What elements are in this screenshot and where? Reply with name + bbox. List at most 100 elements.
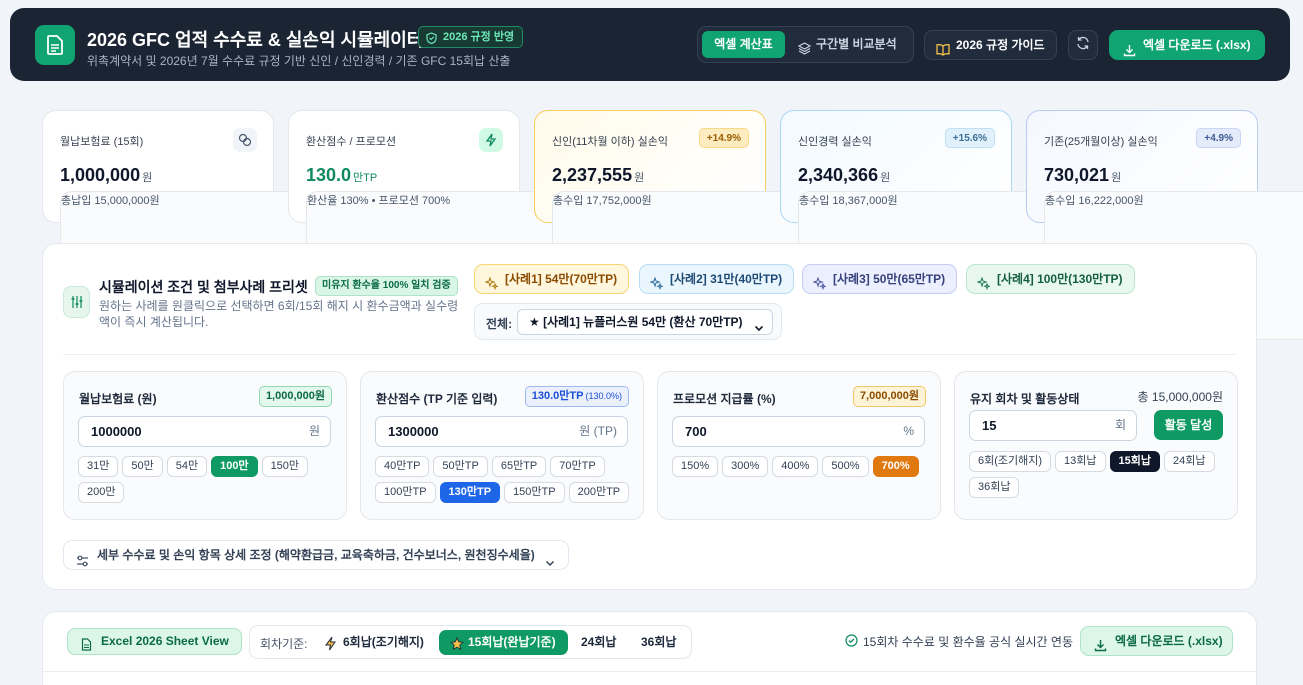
- points-badge: 130.0만TP (130.0%): [524, 386, 629, 407]
- points-stat-value: 130.0 만TP: [306, 165, 378, 185]
- preset-select-group: 전체: ★ [사례1] 뉴플러스원 54만 (환산 70만TP): [474, 303, 782, 340]
- premium-input-card: 월납보험료 (원) 1,000,000원 1000000 원 31만 50만 5…: [63, 371, 347, 520]
- retention-count-input[interactable]: 15 회: [969, 410, 1137, 441]
- points-input[interactable]: 1300000 원 (TP): [375, 416, 628, 447]
- activity-achieved-button[interactable]: 활동 달성: [1154, 410, 1223, 440]
- promotion-amount-badge: 7,000,000원: [852, 386, 926, 407]
- spreadsheet-logo-icon: [35, 25, 75, 65]
- download-icon: [1123, 38, 1136, 68]
- sheet-view-tag-label: Excel 2026 Sheet View: [101, 634, 229, 648]
- check-circle-icon: [845, 634, 858, 650]
- basis-option-6[interactable]: 6회납(조기해지): [324, 630, 424, 655]
- download-icon: [1094, 634, 1107, 662]
- points-chip[interactable]: 65만TP: [491, 456, 547, 477]
- points-chip[interactable]: 150만TP: [504, 482, 565, 503]
- simulation-description: 원하는 사례를 원클릭으로 선택하면 6회/15회 해지 시 환수금액과 실수령…: [99, 299, 459, 329]
- points-chip-selected[interactable]: 130만TP: [439, 482, 501, 503]
- premium-chip[interactable]: 31만: [78, 456, 119, 477]
- basis-option-15-selected[interactable]: 15회납(완납기준): [439, 630, 568, 655]
- basis-option-24[interactable]: 24회납: [581, 630, 616, 655]
- preset-case-1[interactable]: [사례1] 54만(70만TP): [474, 264, 630, 294]
- premium-input[interactable]: 1000000 원: [78, 416, 331, 447]
- retention-input-title: 유지 회차 및 활동상태: [970, 392, 1080, 406]
- existing-profit-value: 730,021 원: [1044, 165, 1122, 185]
- settings-icon: [76, 549, 89, 577]
- sparkles-icon: [649, 272, 664, 300]
- sparkles-icon: [976, 272, 991, 300]
- promotion-chip-selected[interactable]: 700%: [872, 456, 919, 477]
- existing-profit-badge: +4.9%: [1196, 128, 1241, 148]
- book-icon: [936, 38, 950, 66]
- premium-chip[interactable]: 200만: [78, 482, 125, 503]
- detail-settings-toggle[interactable]: 세부 수수료 및 손익 항목 상세 조정 (해약환급금, 교육축하금, 건수보너…: [63, 540, 569, 570]
- premium-chip[interactable]: 150만: [261, 456, 309, 477]
- points-chip[interactable]: 50만TP: [433, 456, 488, 477]
- points-stat-card: 환산점수 / 프로모션 130.0 만TP 환산율 130% • 프로모션 700…: [288, 110, 590, 340]
- preset-select-value: ★ [사례1] 뉴플러스원 54만 (환산 70만TP): [529, 315, 743, 329]
- basis-option-15-label: 15회납(완납기준): [468, 635, 556, 649]
- detail-settings-label: 세부 수수료 및 손익 항목 상세 조정 (해약환급금, 교육축하금, 건수보너…: [97, 548, 535, 562]
- lightning-icon: [479, 128, 503, 152]
- promotion-input-title: 프로모션 지급률 (%): [673, 392, 776, 406]
- preset-case-3[interactable]: [사례3] 50만(65만TP): [802, 264, 958, 294]
- lightning-icon: [324, 635, 337, 660]
- basis-option-36[interactable]: 36회납: [641, 630, 676, 655]
- premium-input-value: 1000000: [91, 424, 142, 439]
- promotion-chip[interactable]: 400%: [772, 456, 819, 477]
- retention-chip[interactable]: 13회납: [1055, 451, 1106, 472]
- points-input-card: 환산점수 (TP 기준 입력) 130.0만TP (130.0%) 1300000…: [360, 371, 644, 520]
- coins-icon: [233, 128, 257, 152]
- points-input-value: 1300000: [388, 424, 439, 439]
- layers-icon: [797, 38, 812, 65]
- promotion-input[interactable]: 700 %: [672, 416, 925, 447]
- preset-select-label: 전체:: [486, 317, 513, 331]
- points-chip[interactable]: 70만TP: [550, 456, 605, 477]
- retention-count-unit: 회: [1114, 418, 1126, 432]
- premium-chip-selected[interactable]: 100만: [211, 456, 258, 477]
- preset-case-2-label: [사례2] 31만(40만TP): [670, 272, 783, 286]
- retention-chip[interactable]: 6회(조기해지): [969, 451, 1052, 472]
- chevron-down-icon: [754, 317, 764, 341]
- tab-excel-sheet[interactable]: 엑셀 계산표: [702, 31, 785, 58]
- regulation-guide-button[interactable]: 2026 규정 가이드: [924, 30, 1057, 60]
- sparkles-icon: [812, 272, 827, 300]
- premium-chip[interactable]: 54만: [166, 456, 208, 477]
- promotion-chip[interactable]: 150%: [672, 456, 719, 477]
- points-chip[interactable]: 40만TP: [375, 456, 430, 477]
- page-title: 2026 GFC 업적 수수료 & 실손익 시뮬레이터: [87, 30, 424, 50]
- preset-case-2[interactable]: [사례2] 31만(40만TP): [639, 264, 795, 294]
- points-quick-chips: 40만TP 50만TP 65만TP 70만TP 100만TP 130만TP 15…: [375, 456, 633, 503]
- promotion-input-unit: %: [903, 424, 914, 438]
- experienced-profit-badge: +15.6%: [944, 128, 995, 148]
- refresh-button[interactable]: [1068, 30, 1098, 60]
- preset-case-3-label: [사례3] 50만(65만TP): [833, 272, 946, 286]
- premium-chip[interactable]: 50만: [122, 456, 163, 477]
- points-chip[interactable]: 200만TP: [568, 482, 630, 503]
- existing-profit-label: 기존(25개월이상) 실손익: [1044, 136, 1158, 148]
- excel-download-button[interactable]: 엑셀 다운로드 (.xlsx): [1109, 30, 1265, 60]
- sheet-view-tag: Excel 2026 Sheet View: [67, 628, 242, 655]
- tab-range-compare[interactable]: 구간별 비교분석: [794, 31, 897, 58]
- premium-amount-badge: 1,000,000원: [258, 386, 332, 407]
- tab-range-compare-label: 구간별 비교분석: [816, 37, 897, 51]
- points-chip[interactable]: 100만TP: [375, 482, 436, 503]
- retention-chip-selected[interactable]: 15회납: [1109, 451, 1161, 472]
- premium-stat-card: 월납보험료 (15회) 1,000,000 원 총납입 15,000,000원: [42, 110, 344, 340]
- regulation-badge: 2026 규정 반영: [418, 26, 524, 51]
- preset-select[interactable]: ★ [사례1] 뉴플러스원 54만 (환산 70만TP): [517, 309, 773, 335]
- divider: [63, 354, 1236, 355]
- experienced-profit-card: 신인경력 실손익 +15.6% 2,340,366 원 총수입 18,367,00…: [780, 110, 1082, 340]
- rookie-profit-card: 신인(11차월 이하) 실손익 +14.9% 2,237,555 원 총수입 17…: [534, 110, 836, 340]
- preset-case-1-label: [사례1] 54만(70만TP): [505, 272, 618, 286]
- promotion-input-value: 700: [685, 424, 707, 439]
- app-header: 2026 GFC 업적 수수료 & 실손익 시뮬레이터 2026 규정 반영 위…: [10, 8, 1290, 81]
- sheet-excel-download-button[interactable]: 엑셀 다운로드 (.xlsx): [1080, 626, 1233, 656]
- page-subtitle: 위촉계약서 및 2026년 7월 수수료 규정 기반 신인 / 신인경력 / 기…: [87, 54, 511, 68]
- promotion-chip[interactable]: 500%: [822, 456, 869, 477]
- preset-case-4[interactable]: [사례4] 100만(130만TP): [966, 264, 1135, 294]
- points-input-unit: 원 (TP): [579, 424, 617, 438]
- promotion-chip[interactable]: 300%: [722, 456, 769, 477]
- retention-chip[interactable]: 24회납: [1164, 451, 1215, 472]
- shield-check-icon: [426, 31, 437, 51]
- retention-chip[interactable]: 36회납: [969, 477, 1020, 498]
